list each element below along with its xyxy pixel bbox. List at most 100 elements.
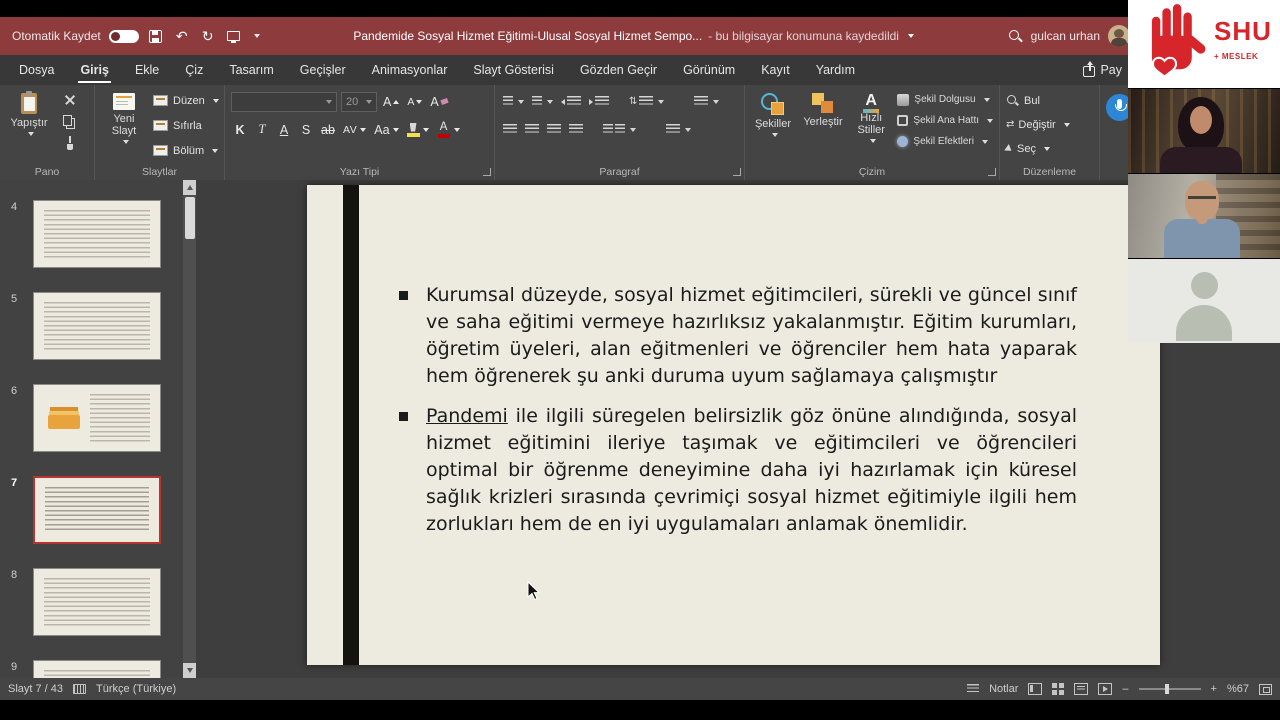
tab-animasyonlar[interactable]: Animasyonlar bbox=[359, 55, 461, 85]
tab-tasarım[interactable]: Tasarım bbox=[216, 55, 286, 85]
zoom-slider-thumb[interactable] bbox=[1164, 684, 1169, 694]
slide-canvas[interactable]: Kurumsal düzeyde, sosyal hizmet eğitimci… bbox=[307, 185, 1160, 665]
slide-editing-area[interactable]: Kurumsal düzeyde, sosyal hizmet eğitimci… bbox=[196, 180, 1280, 678]
zoom-level[interactable]: %67 bbox=[1227, 683, 1249, 695]
font-size-select[interactable]: 20 bbox=[341, 91, 377, 112]
quick-styles-button[interactable]: A Hızlı Stiller bbox=[851, 90, 891, 162]
shape-outline-button[interactable]: Şekil Ana Hattı bbox=[897, 111, 993, 130]
thumbnail-scrollbar[interactable] bbox=[183, 180, 196, 678]
format-painter-button[interactable] bbox=[58, 134, 82, 153]
numbering-button[interactable] bbox=[530, 92, 555, 112]
bullets-button[interactable] bbox=[501, 92, 526, 112]
quick-access-chevron-icon[interactable] bbox=[253, 34, 260, 38]
font-dialog-launcher[interactable] bbox=[483, 168, 491, 176]
font-name-select[interactable] bbox=[231, 91, 337, 112]
section-button[interactable]: Bölüm bbox=[153, 140, 219, 161]
drawing-dialog-launcher[interactable] bbox=[988, 168, 996, 176]
change-case-button[interactable]: Aa bbox=[372, 120, 400, 140]
tab-görünüm[interactable]: Görünüm bbox=[670, 55, 748, 85]
italic-button[interactable]: T bbox=[253, 120, 271, 140]
select-button[interactable]: Seç bbox=[1004, 138, 1093, 159]
normal-view-button[interactable] bbox=[1028, 683, 1043, 695]
tab-çiz[interactable]: Çiz bbox=[172, 55, 216, 85]
slide-sorter-view-button[interactable] bbox=[1052, 683, 1058, 688]
strikethrough-button[interactable]: ab bbox=[319, 120, 337, 140]
slide-counter[interactable]: Slayt 7 / 43 bbox=[8, 683, 63, 695]
bold-button[interactable]: K bbox=[231, 120, 249, 140]
slideshow-button[interactable] bbox=[1098, 683, 1113, 695]
user-name[interactable]: gulcan urhan bbox=[1031, 29, 1100, 43]
highlight-color-button[interactable] bbox=[405, 120, 431, 140]
tab-yardım[interactable]: Yardım bbox=[803, 55, 868, 85]
spell-check-icon[interactable] bbox=[73, 684, 87, 694]
character-spacing-button[interactable]: AV bbox=[341, 120, 368, 140]
decrease-indent-button[interactable] bbox=[559, 92, 583, 112]
align-right-button[interactable] bbox=[545, 120, 563, 140]
slide-thumbnail-8[interactable] bbox=[33, 568, 161, 636]
language-indicator[interactable]: Türkçe (Türkiye) bbox=[96, 683, 176, 695]
align-center-button[interactable] bbox=[523, 120, 541, 140]
shrink-font-button[interactable]: A bbox=[405, 92, 424, 112]
tab-gözden-geçir[interactable]: Gözden Geçir bbox=[567, 55, 670, 85]
shape-effects-button[interactable]: Şekil Efektleri bbox=[897, 132, 993, 151]
fit-slide-to-window-button[interactable] bbox=[1259, 683, 1272, 695]
tab-dosya[interactable]: Dosya bbox=[6, 55, 67, 85]
align-left-button[interactable] bbox=[501, 120, 519, 140]
paragraph-dialog-launcher[interactable] bbox=[733, 168, 741, 176]
slide-thumbnail-6[interactable] bbox=[33, 384, 161, 452]
cut-button[interactable] bbox=[58, 90, 82, 109]
scrollbar-thumb[interactable] bbox=[184, 197, 195, 239]
user-avatar[interactable] bbox=[1108, 25, 1130, 47]
new-slide-button[interactable]: Yeni Slayt bbox=[101, 90, 147, 162]
zoom-out-button[interactable]: – bbox=[1122, 683, 1128, 695]
save-button[interactable] bbox=[147, 27, 165, 45]
save-status-chevron-icon[interactable] bbox=[907, 34, 914, 38]
slideshow-from-start-button[interactable] bbox=[225, 27, 243, 45]
participant-video-3-placeholder[interactable] bbox=[1128, 258, 1280, 343]
justify-button[interactable] bbox=[567, 120, 585, 140]
autosave-toggle[interactable] bbox=[108, 29, 139, 43]
slide-thumbnail-9[interactable] bbox=[33, 660, 161, 678]
find-button[interactable]: Bul bbox=[1006, 90, 1093, 111]
participant-video-2[interactable] bbox=[1128, 173, 1280, 258]
tab-geçişler[interactable]: Geçişler bbox=[287, 55, 359, 85]
slide-thumbnail-7[interactable] bbox=[33, 476, 161, 544]
text-direction-button[interactable] bbox=[692, 92, 721, 112]
text-shadow-button[interactable]: S bbox=[297, 120, 315, 140]
clear-formatting-button[interactable]: A bbox=[428, 92, 449, 112]
scroll-down-arrow[interactable] bbox=[183, 663, 196, 678]
shapes-button[interactable]: Şekiller bbox=[751, 90, 795, 162]
scroll-up-arrow[interactable] bbox=[183, 180, 196, 195]
share-button[interactable]: Pay bbox=[1083, 61, 1122, 77]
increase-indent-button[interactable] bbox=[587, 92, 611, 112]
tab-kayıt[interactable]: Kayıt bbox=[748, 55, 803, 85]
replace-button[interactable]: ⇄ Değiştir bbox=[1006, 114, 1093, 135]
layout-button[interactable]: Düzen bbox=[153, 90, 219, 111]
zoom-slider[interactable] bbox=[1138, 684, 1201, 694]
slide-thumbnail-4[interactable] bbox=[33, 200, 161, 268]
underline-button[interactable]: A bbox=[275, 120, 293, 140]
participant-video-1[interactable] bbox=[1128, 88, 1280, 173]
paste-button[interactable]: Yapıştır bbox=[6, 90, 52, 162]
line-spacing-button[interactable]: ⇅ bbox=[627, 92, 666, 112]
notes-toggle[interactable]: Notlar bbox=[989, 683, 1018, 695]
arrange-button[interactable]: Yerleştir bbox=[801, 90, 845, 162]
grow-font-button[interactable]: A bbox=[381, 92, 401, 112]
font-color-button[interactable]: A bbox=[435, 120, 462, 140]
tab-ekle[interactable]: Ekle bbox=[122, 55, 172, 85]
columns-button[interactable] bbox=[601, 120, 638, 140]
shape-fill-button[interactable]: Şekil Dolgusu bbox=[897, 90, 993, 109]
reading-view-button[interactable] bbox=[1074, 683, 1089, 695]
zoom-in-button[interactable]: + bbox=[1211, 683, 1217, 695]
copy-button[interactable] bbox=[58, 112, 82, 131]
redo-button[interactable]: ↻ bbox=[199, 27, 217, 45]
undo-button[interactable]: ↶ bbox=[173, 27, 191, 45]
reset-button[interactable]: Sıfırla bbox=[153, 115, 219, 136]
tab-slayt-gösterisi[interactable]: Slayt Gösterisi bbox=[460, 55, 567, 85]
search-icon[interactable] bbox=[1008, 29, 1023, 44]
paint-bucket-icon bbox=[897, 93, 910, 106]
slide-thumbnail-5[interactable] bbox=[33, 292, 161, 360]
convert-smartart-button[interactable] bbox=[664, 120, 693, 140]
tab-giriş[interactable]: Giriş bbox=[67, 55, 122, 85]
slide-text-placeholder[interactable]: Kurumsal düzeyde, sosyal hizmet eğitimci… bbox=[397, 282, 1077, 551]
